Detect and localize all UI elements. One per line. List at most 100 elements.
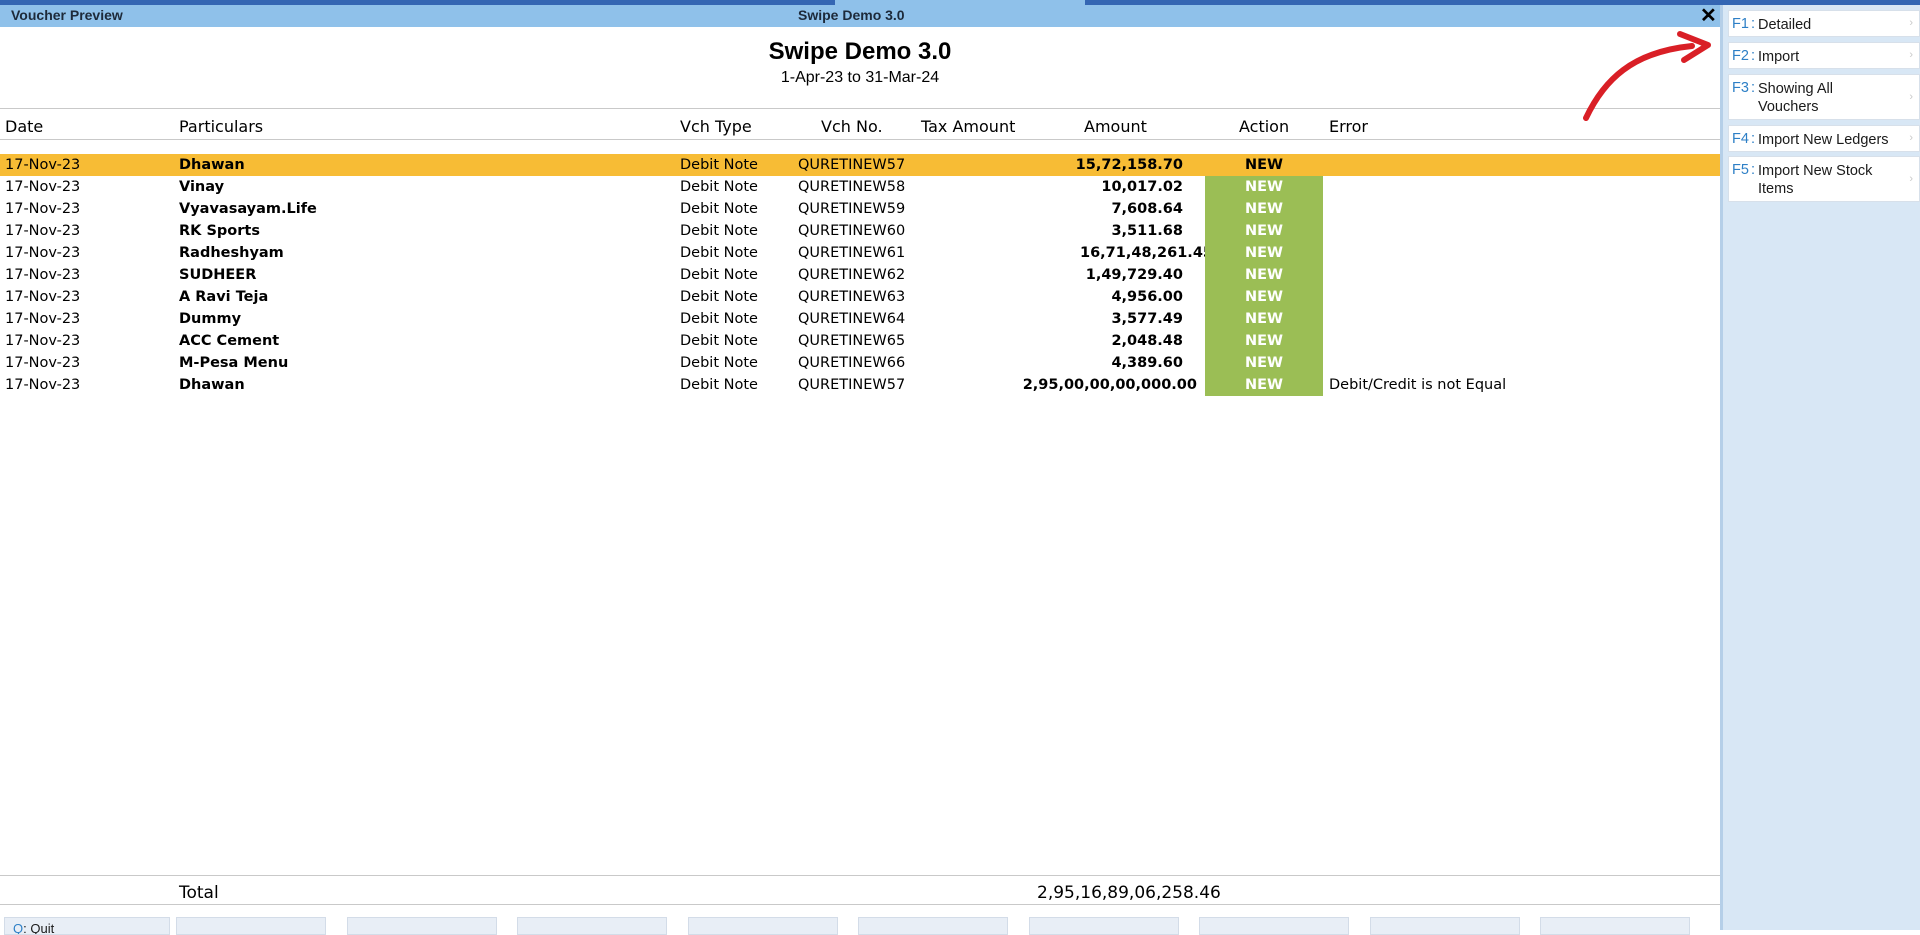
row-amount: 2,048.48 [1111, 333, 1183, 349]
row-vch-no: QURETINEW63 [798, 289, 906, 305]
row-particulars: Vinay [179, 179, 225, 195]
row-vch-type: Debit Note [680, 377, 758, 393]
footer-button-bar: Q: Quit [0, 915, 1720, 935]
row-action-badge: NEW [1205, 220, 1323, 242]
total-label: Total [179, 883, 219, 903]
table-row[interactable]: 17-Nov-23 SUDHEER Debit Note QURETINEW62… [0, 264, 1720, 286]
row-amount: 4,389.60 [1111, 355, 1183, 371]
row-amount: 3,511.68 [1111, 223, 1183, 239]
row-date: 17-Nov-23 [5, 355, 81, 371]
table-row[interactable]: 17-Nov-23 Dhawan Debit Note QURETINEW57 … [0, 374, 1720, 396]
row-amount: 16,71,48,261.45 [1079, 245, 1213, 261]
header-bottom-divider [0, 139, 1720, 140]
table-row[interactable]: 17-Nov-23 Dummy Debit Note QURETINEW64 3… [0, 308, 1720, 330]
row-particulars: A Ravi Teja [179, 289, 269, 305]
footer-empty-button[interactable] [1029, 917, 1179, 935]
footer-empty-button[interactable] [858, 917, 1008, 935]
button-panel: F1: Detailed › F2: Import › F3: Showing … [1720, 5, 1920, 930]
row-particulars: M-Pesa Menu [179, 355, 289, 371]
showing-all-vouchers-button[interactable]: F3: Showing All Vouchers › [1728, 74, 1920, 120]
table-row[interactable]: 17-Nov-23 M-Pesa Menu Debit Note QURETIN… [0, 352, 1720, 374]
row-date: 17-Nov-23 [5, 157, 81, 173]
import-new-stock-items-button[interactable]: F5: Import New Stock Items › [1728, 156, 1920, 202]
voucher-preview-window: Voucher Preview Swipe Demo 3.0 ✕ Swipe D… [0, 3, 1720, 935]
row-particulars: Dhawan [179, 377, 245, 393]
row-amount: 3,577.49 [1111, 311, 1183, 327]
row-vch-no: QURETINEW65 [798, 333, 906, 349]
footer-empty-button[interactable] [347, 917, 497, 935]
company-title-bar-label: Swipe Demo 3.0 [798, 7, 905, 23]
footer-empty-button[interactable] [517, 917, 667, 935]
chevron-right-icon: › [1909, 173, 1913, 185]
import-label: Import [1758, 49, 1800, 65]
footer-empty-button[interactable] [1199, 917, 1349, 935]
row-vch-no: QURETINEW60 [798, 223, 906, 239]
row-vch-type: Debit Note [680, 245, 758, 261]
row-action-badge: NEW [1205, 352, 1323, 374]
col-header-vch-type: Vch Type [680, 117, 752, 136]
table-row[interactable]: 17-Nov-23 RK Sports Debit Note QURETINEW… [0, 220, 1720, 242]
row-amount: 4,956.00 [1111, 289, 1183, 305]
row-vch-no: QURETINEW64 [798, 311, 906, 327]
row-date: 17-Nov-23 [5, 311, 81, 327]
row-particulars: RK Sports [179, 223, 260, 239]
import-new-stock-items-key: F5 [1732, 162, 1749, 178]
import-button[interactable]: F2: Import › [1728, 42, 1920, 69]
table-row[interactable]: 17-Nov-23 Radheshyam Debit Note QURETINE… [0, 242, 1720, 264]
import-key: F2 [1732, 48, 1749, 64]
close-icon[interactable]: ✕ [1700, 3, 1717, 28]
row-action-badge: NEW [1244, 157, 1284, 173]
header-top-divider [0, 108, 1720, 109]
row-date: 17-Nov-23 [5, 377, 81, 393]
row-vch-no: QURETINEW62 [798, 267, 906, 283]
row-action-badge: NEW [1205, 198, 1323, 220]
footer-empty-button[interactable] [1540, 917, 1690, 935]
row-particulars: ACC Cement [179, 333, 280, 349]
footer-empty-button[interactable] [688, 917, 838, 935]
row-date: 17-Nov-23 [5, 245, 81, 261]
row-date: 17-Nov-23 [5, 223, 81, 239]
total-top-divider [0, 875, 1720, 876]
import-new-ledgers-key: F4 [1732, 131, 1749, 147]
detailed-key: F1 [1732, 16, 1749, 32]
row-vch-type: Debit Note [680, 311, 758, 327]
footer-empty-button[interactable] [1370, 917, 1520, 935]
col-header-amount: Amount [1084, 117, 1147, 136]
row-amount: 2,95,00,00,00,000.00 [1022, 377, 1197, 393]
row-amount: 15,72,158.70 [1075, 157, 1183, 173]
row-particulars: Radheshyam [179, 245, 284, 261]
col-header-vch-no: Vch No. [821, 117, 883, 136]
quit-button[interactable]: Q: Quit [4, 917, 170, 935]
row-vch-no: QURETINEW66 [798, 355, 906, 371]
row-action-badge: NEW [1205, 374, 1323, 396]
row-error: Debit/Credit is not Equal [1329, 377, 1507, 393]
import-new-ledgers-button[interactable]: F4: Import New Ledgers › [1728, 125, 1920, 152]
showing-all-vouchers-key: F3 [1732, 80, 1749, 96]
row-date: 17-Nov-23 [5, 179, 81, 195]
col-header-action: Action [1239, 117, 1290, 136]
row-particulars: Dhawan [179, 157, 245, 173]
row-date: 17-Nov-23 [5, 289, 81, 305]
row-vch-type: Debit Note [680, 179, 758, 195]
total-amount: 2,95,16,89,06,258.46 [1037, 883, 1221, 903]
row-amount: 7,608.64 [1111, 201, 1183, 217]
row-amount: 1,49,729.40 [1085, 267, 1183, 283]
chevron-right-icon: › [1909, 49, 1913, 61]
detailed-button[interactable]: F1: Detailed › [1728, 10, 1920, 37]
table-row[interactable]: 17-Nov-23 ACC Cement Debit Note QURETINE… [0, 330, 1720, 352]
import-new-ledgers-label: Import New Ledgers [1758, 132, 1889, 148]
chevron-right-icon: › [1909, 17, 1913, 29]
table-row[interactable]: 17-Nov-23 Vyavasayam.Life Debit Note QUR… [0, 198, 1720, 220]
window-title: Voucher Preview [11, 7, 123, 23]
table-row[interactable]: 17-Nov-23 Vinay Debit Note QURETINEW58 1… [0, 176, 1720, 198]
row-vch-type: Debit Note [680, 267, 758, 283]
table-row[interactable]: 17-Nov-23 Dhawan Debit Note QURETINEW57 … [0, 154, 1720, 176]
footer-empty-button[interactable] [176, 917, 326, 935]
row-amount: 10,017.02 [1101, 179, 1183, 195]
row-date: 17-Nov-23 [5, 201, 81, 217]
row-vch-type: Debit Note [680, 355, 758, 371]
col-header-error: Error [1329, 117, 1368, 136]
table-row[interactable]: 17-Nov-23 A Ravi Teja Debit Note QURETIN… [0, 286, 1720, 308]
chevron-right-icon: › [1909, 91, 1913, 103]
row-action-badge: NEW [1205, 308, 1323, 330]
